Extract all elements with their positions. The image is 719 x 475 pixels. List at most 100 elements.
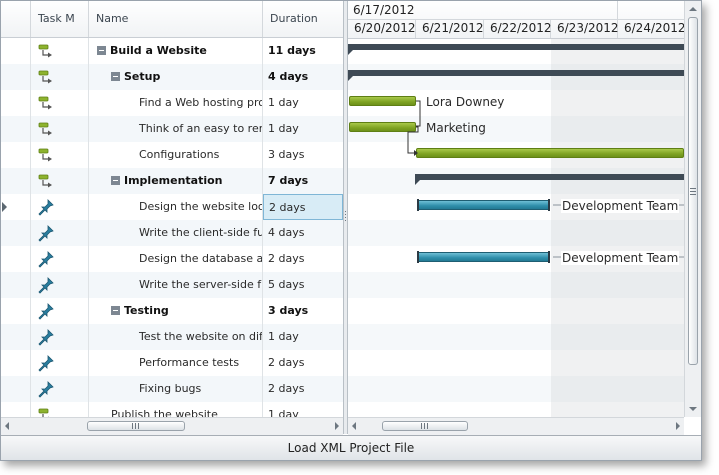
duration-cell[interactable]: 3 days [263, 298, 343, 324]
task-name-cell[interactable]: Think of an easy to reme [89, 116, 263, 142]
task-mode-cell[interactable] [31, 194, 89, 220]
duration-cell[interactable]: 5 days [263, 272, 343, 298]
gantt-scroll-thumb[interactable] [382, 421, 468, 431]
duration-cell[interactable]: 1 day [263, 402, 343, 417]
manually-scheduled-pin-icon [38, 303, 54, 320]
table-row[interactable]: Fixing bugs 2 days [1, 376, 343, 402]
collapse-icon[interactable] [111, 175, 120, 185]
table-row[interactable]: Write the client-side func4 days [1, 220, 343, 246]
duration-cell[interactable]: 1 day [263, 324, 343, 350]
task-name-cell[interactable]: Configurations [89, 142, 263, 168]
task-mode-cell[interactable] [31, 38, 89, 64]
task-mode-cell[interactable] [31, 298, 89, 324]
collapse-icon[interactable] [97, 45, 106, 55]
row-indicator[interactable] [1, 90, 31, 116]
duration-cell[interactable]: 4 days [263, 64, 343, 90]
duration-cell[interactable]: 11 days [263, 38, 343, 64]
task-name-cell[interactable]: Fixing bugs [89, 376, 263, 402]
scroll-right-icon[interactable] [676, 422, 680, 430]
task-name-cell[interactable]: Write the client-side func [89, 220, 263, 246]
duration-cell[interactable]: 2 days [263, 246, 343, 272]
task-name: Setup [124, 70, 161, 83]
duration-cell[interactable]: 1 day [263, 90, 343, 116]
load-xml-project-button[interactable]: Load XML Project File [1, 435, 701, 460]
task-mode-cell[interactable] [31, 402, 89, 417]
task-mode-cell[interactable] [31, 246, 89, 272]
table-row[interactable]: Performance tests 2 days [1, 350, 343, 376]
table-row[interactable]: Configurations 3 days [1, 142, 343, 168]
table-row[interactable]: Design the website look 2 days [1, 194, 343, 220]
duration-column-header[interactable]: Duration [263, 1, 343, 37]
task-name-cell[interactable]: Write the server-side fun [89, 272, 263, 298]
row-indicator[interactable] [1, 402, 31, 417]
grid-scroll-thumb[interactable] [87, 421, 185, 431]
task-name-cell[interactable]: Build a Website [89, 38, 263, 64]
duration-cell[interactable]: 1 day [263, 116, 343, 142]
row-indicator[interactable] [1, 246, 31, 272]
table-row[interactable]: Test the website on diffe 1 day [1, 324, 343, 350]
gantt-horizontal-scrollbar[interactable] [348, 417, 684, 435]
task-name-cell[interactable]: Setup [89, 64, 263, 90]
task-name-cell[interactable]: Publish the website [89, 402, 263, 417]
task-mode-cell[interactable] [31, 350, 89, 376]
task-mode-column-header[interactable]: Task M [31, 1, 89, 37]
scroll-left-icon[interactable] [5, 422, 9, 430]
table-row[interactable]: Write the server-side fun 5 days [1, 272, 343, 298]
table-row[interactable]: Publish the website 1 day [1, 402, 343, 417]
task-name-cell[interactable]: Test the website on diffe [89, 324, 263, 350]
task-mode-cell[interactable] [31, 324, 89, 350]
task-name: Design the website look [139, 200, 263, 213]
task-mode-cell[interactable] [31, 376, 89, 402]
table-row[interactable]: Implementation 7 days [1, 168, 343, 194]
row-indicator[interactable] [1, 168, 31, 194]
row-indicator[interactable] [1, 64, 31, 90]
grid-horizontal-scrollbar[interactable] [1, 417, 343, 435]
task-mode-cell[interactable] [31, 116, 89, 142]
collapse-icon[interactable] [111, 71, 120, 81]
task-name-cell[interactable]: Find a Web hosting prov [89, 90, 263, 116]
task-mode-cell[interactable] [31, 64, 89, 90]
table-row[interactable]: Think of an easy to reme 1 day [1, 116, 343, 142]
duration-cell[interactable]: 4 days [263, 220, 343, 246]
task-mode-cell[interactable] [31, 90, 89, 116]
duration-cell[interactable]: 2 days [263, 194, 343, 220]
row-indicator[interactable] [1, 376, 31, 402]
grip-icon [345, 211, 346, 221]
task-name-cell[interactable]: Implementation [89, 168, 263, 194]
table-row[interactable]: Design the database and2 days [1, 246, 343, 272]
duration-cell[interactable]: 2 days [263, 376, 343, 402]
task-name-cell[interactable]: Performance tests [89, 350, 263, 376]
scroll-down-icon[interactable] [689, 407, 697, 411]
row-indicator[interactable] [1, 298, 31, 324]
duration-cell[interactable]: 7 days [263, 168, 343, 194]
task-name-cell[interactable]: Design the website look [89, 194, 263, 220]
task-name-cell[interactable]: Testing [89, 298, 263, 324]
task-mode-cell[interactable] [31, 168, 89, 194]
vertical-scroll-thumb[interactable] [688, 17, 698, 365]
indicator-column-header[interactable] [1, 1, 31, 37]
row-indicator[interactable] [1, 220, 31, 246]
row-indicator[interactable] [1, 38, 31, 64]
task-mode-cell[interactable] [31, 272, 89, 298]
scroll-left-icon[interactable] [352, 422, 356, 430]
duration-cell[interactable]: 3 days [263, 142, 343, 168]
task-mode-cell[interactable] [31, 142, 89, 168]
row-indicator[interactable] [1, 194, 31, 220]
table-row[interactable]: Find a Web hosting prov 1 day [1, 90, 343, 116]
scroll-right-icon[interactable] [335, 422, 339, 430]
table-row[interactable]: Setup 4 days [1, 64, 343, 90]
row-indicator[interactable] [1, 324, 31, 350]
row-indicator[interactable] [1, 116, 31, 142]
row-indicator[interactable] [1, 350, 31, 376]
collapse-icon[interactable] [111, 305, 120, 315]
vertical-scrollbar[interactable] [684, 1, 701, 417]
scroll-up-icon[interactable] [689, 7, 697, 11]
task-mode-cell[interactable] [31, 220, 89, 246]
table-row[interactable]: Testing 3 days [1, 298, 343, 324]
name-column-header[interactable]: Name [89, 1, 263, 37]
row-indicator[interactable] [1, 142, 31, 168]
task-name-cell[interactable]: Design the database and [89, 246, 263, 272]
table-row[interactable]: Build a Website 11 days [1, 38, 343, 64]
duration-cell[interactable]: 2 days [263, 350, 343, 376]
row-indicator[interactable] [1, 272, 31, 298]
